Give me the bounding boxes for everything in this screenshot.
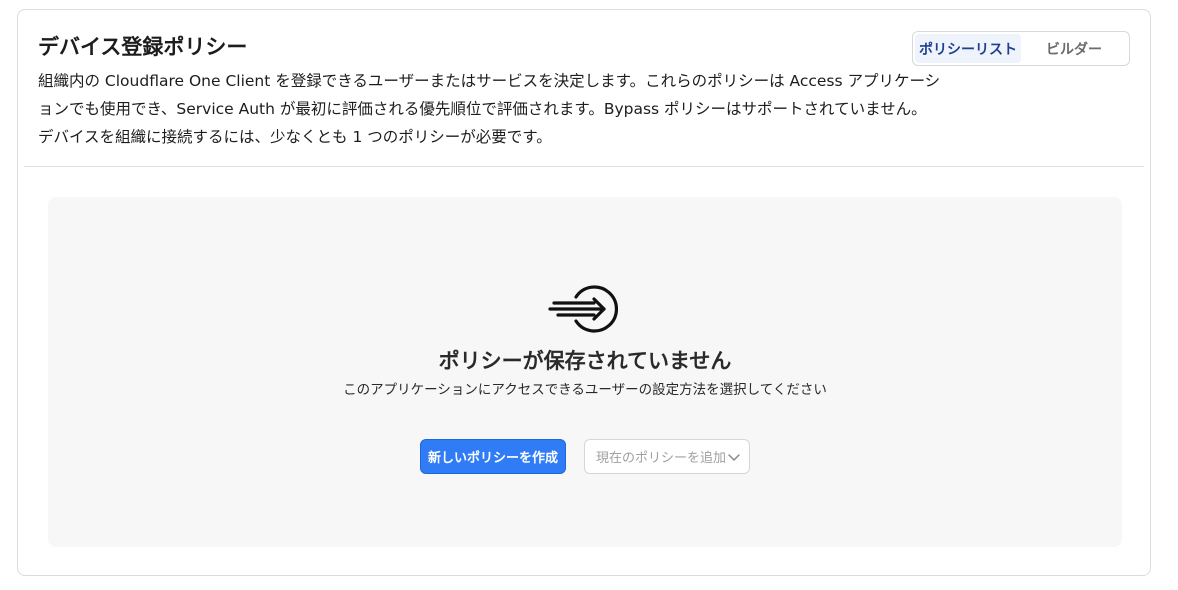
create-policy-button[interactable]: 新しいポリシーを作成 (420, 439, 566, 474)
empty-state-subtitle: このアプリケーションにアクセスできるユーザーの設定方法を選択してください (343, 382, 827, 398)
device-enrollment-card: デバイス登録ポリシー 組織内の Cloudflare One Client を登… (17, 9, 1151, 576)
add-existing-policy-placeholder: 現在のポリシーを追加 (596, 451, 727, 466)
description-line: ョンでも使用でき、Service Auth が最初に評価される優先順位で評価され… (38, 100, 927, 118)
description-line: 組織内の Cloudflare One Client を登録できるユーザーまたは… (38, 72, 941, 90)
empty-state-title: ポリシーが保存されていません (438, 349, 732, 373)
card-header: デバイス登録ポリシー 組織内の Cloudflare One Client を登… (18, 10, 1150, 167)
arrow-circle-enter-icon (548, 285, 618, 333)
add-existing-policy-select[interactable]: 現在のポリシーを追加 (584, 439, 750, 474)
tab-policy-list[interactable]: ポリシーリスト (915, 34, 1021, 63)
view-toggle: ポリシーリスト ビルダー (912, 31, 1130, 66)
page-title: デバイス登録ポリシー (38, 35, 248, 59)
tab-builder[interactable]: ビルダー (1021, 34, 1127, 63)
empty-state-panel: ポリシーが保存されていません このアプリケーションにアクセスできるユーザーの設定… (48, 197, 1122, 547)
description-line: デバイスを組織に接続するには、少なくとも 1 つのポリシーが必要です。 (38, 128, 552, 146)
chevron-down-icon (727, 450, 741, 464)
page-description: 組織内の Cloudflare One Client を登録できるユーザーまたは… (38, 67, 941, 151)
header-divider (24, 166, 1144, 167)
